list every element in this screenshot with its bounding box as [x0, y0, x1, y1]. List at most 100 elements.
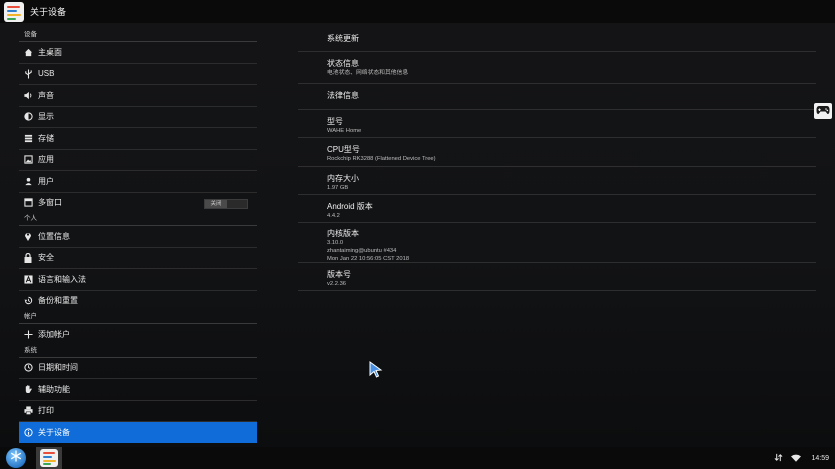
- sidebar-item-about[interactable]: 关于设备: [19, 422, 257, 443]
- settings-app-icon: [40, 449, 58, 467]
- sidebar-item-accessibility[interactable]: 辅助功能: [19, 379, 257, 401]
- settings-sidebar: 设备 主桌面 USB 声音 显示 存储 应用 用户 多窗口 关闭 个人 位置信息…: [19, 29, 257, 443]
- category-personal: 个人: [19, 213, 257, 226]
- sidebar-item-display[interactable]: 显示: [19, 107, 257, 128]
- about-details: 系统更新 状态信息 电池状态、网络状态和其他信息 法律信息 型号 WAHE Ho…: [298, 24, 816, 291]
- gamepad-icon: [816, 102, 830, 120]
- sidebar-item-usb[interactable]: USB: [19, 64, 257, 85]
- window-title: 关于设备: [30, 7, 67, 17]
- model-row: 型号 WAHE Home: [298, 110, 816, 138]
- sidebar-item-label: 主桌面: [38, 47, 62, 57]
- kernel-version-row: 内核版本 3.10.0 zhantaiming@ubuntu #434 Mon …: [298, 223, 816, 263]
- sidebar-item-label: USB: [38, 69, 55, 79]
- mouse-cursor-icon: [369, 361, 383, 383]
- speaker-icon: [23, 90, 33, 100]
- build-number-row[interactable]: 版本号 v2.2.36: [298, 263, 816, 291]
- settings-app-icon: [4, 1, 24, 22]
- wifi-icon: [791, 449, 802, 467]
- category-accounts: 帐户: [19, 311, 257, 324]
- sidebar-item-label: 显示: [38, 112, 54, 122]
- row-title: 型号: [327, 117, 343, 126]
- plus-icon: [23, 329, 33, 339]
- kernel-line: Mon Jan 22 10:56:05 CST 2018: [327, 256, 410, 262]
- storage-icon: [23, 133, 33, 143]
- row-value: WAHE Home: [327, 128, 362, 134]
- row-value: Rockchip RK3288 (Flattened Device Tree): [327, 156, 436, 162]
- sidebar-item-storage[interactable]: 存储: [19, 128, 257, 150]
- info-icon: [23, 427, 33, 437]
- sidebar-item-print[interactable]: 打印: [19, 401, 257, 422]
- backup-restore-icon: [23, 296, 33, 306]
- brightness-icon: [23, 112, 33, 122]
- row-title: 内核版本: [327, 229, 359, 238]
- sidebar-item-label: 关于设备: [38, 427, 70, 437]
- sidebar-item-datetime[interactable]: 日期和时间: [19, 358, 257, 379]
- sidebar-item-label: 打印: [38, 406, 54, 416]
- start-button[interactable]: [6, 448, 26, 468]
- legal-info-row[interactable]: 法律信息: [298, 84, 816, 110]
- sidebar-item-language[interactable]: 语言和输入法: [19, 269, 257, 291]
- row-title: 法律信息: [327, 91, 359, 100]
- home-icon: [23, 47, 33, 57]
- row-summary: 电池状态、网络状态和其他信息: [327, 70, 409, 76]
- sidebar-item-label: 声音: [38, 90, 54, 100]
- sidebar-item-backup[interactable]: 备份和重置: [19, 291, 257, 312]
- clock-icon: [23, 363, 33, 373]
- sidebar-item-label: 辅助功能: [38, 384, 70, 394]
- sidebar-item-label: 语言和输入法: [38, 274, 86, 284]
- kernel-line: zhantaiming@ubuntu #434: [327, 248, 397, 254]
- sidebar-item-users[interactable]: 用户: [19, 171, 257, 193]
- sidebar-item-label: 安全: [38, 253, 54, 263]
- network-transfer-icon: [774, 449, 783, 467]
- usb-icon: [23, 69, 33, 79]
- sidebar-item-add-account[interactable]: 添加帐户: [19, 324, 257, 345]
- category-system: 系统: [19, 345, 257, 358]
- taskbar-settings-app[interactable]: [36, 447, 62, 469]
- printer-icon: [23, 406, 33, 416]
- sidebar-item-label: 位置信息: [38, 231, 70, 241]
- system-tray: 14:59: [774, 447, 829, 469]
- sidebar-item-multiwindow[interactable]: 多窗口 关闭: [19, 193, 257, 214]
- sidebar-item-apps[interactable]: 应用: [19, 150, 257, 171]
- multiwindow-icon: [23, 198, 33, 208]
- hand-icon: [23, 384, 33, 394]
- row-title: 内存大小: [327, 174, 359, 183]
- row-value: 4.4.2: [327, 213, 340, 219]
- row-title: 版本号: [327, 270, 351, 279]
- sidebar-item-label: 添加帐户: [38, 329, 70, 339]
- sidebar-item-label: 存储: [38, 133, 54, 143]
- location-pin-icon: [23, 231, 33, 242]
- sidebar-item-label: 多窗口: [38, 198, 62, 208]
- toggle-state-label: 关闭: [205, 199, 227, 208]
- apps-icon: [23, 155, 33, 165]
- sidebar-item-label: 日期和时间: [38, 363, 78, 373]
- sidebar-item-label: 用户: [38, 176, 54, 186]
- title-bar: 关于设备: [0, 0, 835, 23]
- user-icon: [23, 176, 33, 186]
- android-version-row[interactable]: Android 版本 4.4.2: [298, 195, 816, 223]
- status-info-row[interactable]: 状态信息 电池状态、网络状态和其他信息: [298, 52, 816, 84]
- cpu-row: CPU型号 Rockchip RK3288 (Flattened Device …: [298, 138, 816, 167]
- system-update-row[interactable]: 系统更新: [298, 24, 816, 52]
- gamepad-float-button[interactable]: [814, 103, 832, 119]
- sidebar-item-label: 备份和重置: [38, 296, 78, 306]
- clock: 14:59: [811, 454, 829, 462]
- row-title: 系统更新: [327, 34, 359, 43]
- lock-icon: [23, 252, 33, 263]
- sidebar-item-security[interactable]: 安全: [19, 248, 257, 269]
- sidebar-item-location[interactable]: 位置信息: [19, 226, 257, 248]
- sidebar-item-label: 应用: [38, 155, 54, 165]
- sidebar-item-sound[interactable]: 声音: [19, 85, 257, 107]
- multiwindow-toggle[interactable]: 关闭: [204, 198, 248, 209]
- sidebar-item-home[interactable]: 主桌面: [19, 42, 257, 64]
- row-value: v2.2.36: [327, 281, 347, 287]
- category-device: 设备: [19, 29, 257, 42]
- language-icon: [23, 274, 33, 284]
- snowflake-icon: [10, 449, 22, 467]
- row-value: 1.97 GB: [327, 185, 349, 191]
- settings-content: 设备 主桌面 USB 声音 显示 存储 应用 用户 多窗口 关闭 个人 位置信息…: [0, 23, 835, 447]
- taskbar: 14:59: [0, 447, 835, 469]
- row-title: CPU型号: [327, 145, 360, 154]
- kernel-line: 3.10.0: [327, 240, 344, 246]
- row-title: 状态信息: [327, 59, 359, 68]
